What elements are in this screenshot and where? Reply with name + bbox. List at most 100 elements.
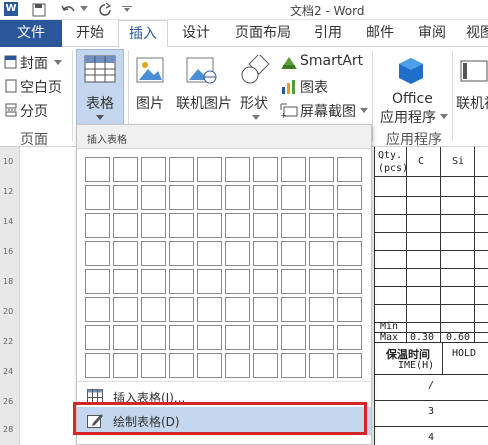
table-grid-cell[interactable] <box>197 325 222 350</box>
table-grid-cell[interactable] <box>337 353 362 378</box>
table-grid-cell[interactable] <box>85 353 110 378</box>
table-grid-cell[interactable] <box>141 353 166 378</box>
table-grid-cell[interactable] <box>113 213 138 238</box>
table-grid-cell[interactable] <box>281 297 306 322</box>
table-grid-cell[interactable] <box>281 353 306 378</box>
tab-references[interactable]: 引用 <box>308 20 348 47</box>
table-grid-cell[interactable] <box>253 353 278 378</box>
table-grid-cell[interactable] <box>85 157 110 182</box>
table-grid-cell[interactable] <box>309 353 334 378</box>
table-grid-cell[interactable] <box>197 213 222 238</box>
table-grid-cell[interactable] <box>253 241 278 266</box>
table-grid-cell[interactable] <box>197 269 222 294</box>
tab-page-layout[interactable]: 页面布局 <box>228 20 298 47</box>
redo-icon[interactable] <box>98 3 112 17</box>
table-grid-cell[interactable] <box>281 185 306 210</box>
table-grid-cell[interactable] <box>309 297 334 322</box>
table-grid-cell[interactable] <box>197 241 222 266</box>
table-grid-cell[interactable] <box>337 325 362 350</box>
table-grid-cell[interactable] <box>141 297 166 322</box>
customize-toolbar-icon[interactable] <box>122 6 132 12</box>
table-grid-cell[interactable] <box>225 157 250 182</box>
table-grid-cell[interactable] <box>253 157 278 182</box>
table-grid-cell[interactable] <box>253 213 278 238</box>
table-grid-cell[interactable] <box>169 269 194 294</box>
table-grid-cell[interactable] <box>225 297 250 322</box>
undo-dropdown-icon[interactable] <box>80 6 88 12</box>
table-grid-cell[interactable] <box>309 325 334 350</box>
table-grid-cell[interactable] <box>281 325 306 350</box>
table-grid-cell[interactable] <box>113 353 138 378</box>
tab-design[interactable]: 设计 <box>176 20 216 47</box>
table-grid-cell[interactable] <box>281 241 306 266</box>
tab-view[interactable]: 视图 <box>460 20 488 47</box>
table-grid-cell[interactable] <box>309 213 334 238</box>
table-grid-cell[interactable] <box>113 269 138 294</box>
blank-page-button[interactable]: 空白页 <box>20 77 62 97</box>
page-break-button[interactable]: 分页 <box>20 101 48 121</box>
table-grid-cell[interactable] <box>169 213 194 238</box>
save-icon[interactable] <box>32 3 46 17</box>
table-grid-cell[interactable] <box>141 213 166 238</box>
table-grid-cell[interactable] <box>337 185 362 210</box>
table-grid-cell[interactable] <box>113 297 138 322</box>
table-grid-cell[interactable] <box>197 297 222 322</box>
table-grid-cell[interactable] <box>169 157 194 182</box>
table-grid-cell[interactable] <box>253 325 278 350</box>
table-grid-cell[interactable] <box>141 241 166 266</box>
table-grid-cell[interactable] <box>225 213 250 238</box>
table-grid-cell[interactable] <box>337 269 362 294</box>
table-grid-cell[interactable] <box>281 213 306 238</box>
table-grid-cell[interactable] <box>85 325 110 350</box>
table-grid-cell[interactable] <box>113 325 138 350</box>
table-grid-cell[interactable] <box>309 269 334 294</box>
online-video-button[interactable]: 联机视频 <box>456 93 488 113</box>
office-apps-button[interactable]: Office <box>392 91 433 107</box>
cover-page-button[interactable]: 封面 <box>20 53 48 73</box>
table-grid-cell[interactable] <box>197 185 222 210</box>
table-grid-cell[interactable] <box>225 269 250 294</box>
table-grid-cell[interactable] <box>309 241 334 266</box>
tab-home[interactable]: 开始 <box>70 20 110 47</box>
table-grid-cell[interactable] <box>253 269 278 294</box>
table-grid-cell[interactable] <box>225 185 250 210</box>
table-grid-cell[interactable] <box>141 269 166 294</box>
shapes-button[interactable]: 形状 <box>240 93 268 113</box>
table-grid-cell[interactable] <box>85 185 110 210</box>
table-grid-cell[interactable] <box>197 157 222 182</box>
table-grid-cell[interactable] <box>85 241 110 266</box>
table-grid-cell[interactable] <box>113 157 138 182</box>
table-grid-cell[interactable] <box>197 353 222 378</box>
table-grid-cell[interactable] <box>225 325 250 350</box>
online-picture-button[interactable]: 联机图片 <box>176 93 232 113</box>
table-grid-cell[interactable] <box>337 157 362 182</box>
shapes-dropdown-icon[interactable] <box>252 115 260 121</box>
table-grid-cell[interactable] <box>253 185 278 210</box>
table-grid-cell[interactable] <box>85 213 110 238</box>
table-grid-cell[interactable] <box>85 297 110 322</box>
screenshot-dropdown-icon[interactable] <box>360 108 368 114</box>
table-grid-cell[interactable] <box>281 157 306 182</box>
table-grid-cell[interactable] <box>113 185 138 210</box>
picture-button[interactable]: 图片 <box>136 93 164 113</box>
table-grid-cell[interactable] <box>169 241 194 266</box>
table-grid-cell[interactable] <box>141 185 166 210</box>
table-grid-cell[interactable] <box>85 269 110 294</box>
table-grid-cell[interactable] <box>113 241 138 266</box>
undo-icon[interactable] <box>60 3 76 17</box>
tab-insert[interactable]: 插入 <box>118 20 168 48</box>
table-grid-cell[interactable] <box>141 157 166 182</box>
screenshot-button[interactable]: 屏幕截图 <box>300 101 356 121</box>
table-grid-cell[interactable] <box>337 241 362 266</box>
table-grid-cell[interactable] <box>225 241 250 266</box>
office-apps-dropdown-icon[interactable] <box>440 114 448 120</box>
table-grid-cell[interactable] <box>169 325 194 350</box>
chart-button[interactable]: 图表 <box>300 77 328 97</box>
table-grid-cell[interactable] <box>169 185 194 210</box>
table-grid-cell[interactable] <box>169 297 194 322</box>
table-grid-cell[interactable] <box>337 297 362 322</box>
cover-dropdown-icon[interactable] <box>54 60 62 66</box>
table-grid-cell[interactable] <box>337 213 362 238</box>
tab-file[interactable]: 文件 <box>0 20 62 47</box>
table-grid-cell[interactable] <box>309 185 334 210</box>
